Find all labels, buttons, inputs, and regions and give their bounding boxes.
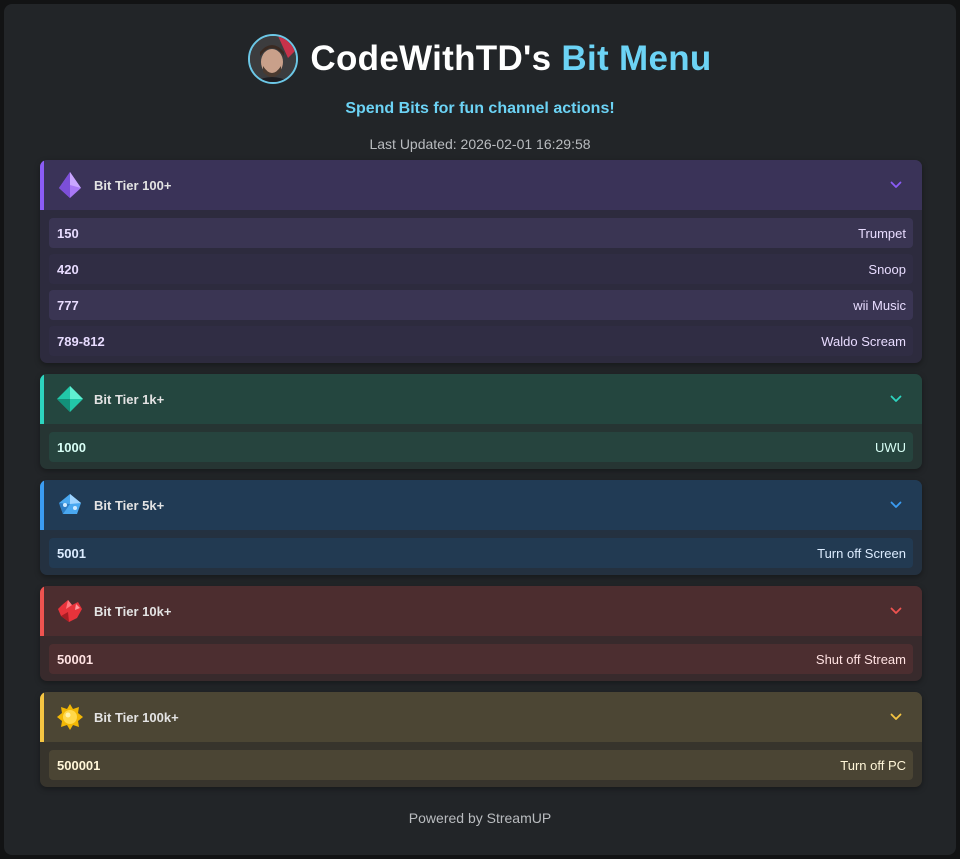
action-name: Snoop: [868, 261, 906, 277]
bit-menu-panel: CodeWithTD's Bit Menu Spend Bits for fun …: [4, 4, 956, 855]
list-item: 789-812 Waldo Scream: [49, 326, 913, 356]
bit-amount: 5001: [57, 545, 86, 561]
list-item: 50001 Shut off Stream: [49, 644, 913, 674]
title-bit-menu: Bit Menu: [561, 39, 712, 78]
tier-list: Bit Tier 100+ 150 Trumpet 420 Snoop 777 wii Mu…: [40, 160, 922, 798]
bit-tier-section: Bit Tier 1k+ 1000 UWU: [40, 374, 922, 469]
bit-amount: 500001: [57, 757, 101, 773]
tier-header[interactable]: Bit Tier 1k+: [40, 374, 922, 424]
bit-amount: 789-812: [57, 333, 105, 349]
list-item: 1000 UWU: [49, 432, 913, 462]
list-item: 150 Trumpet: [49, 218, 913, 248]
bit-tier-section: Bit Tier 10k+ 50001 Shut off Stream: [40, 586, 922, 681]
bit-amount: 50001: [57, 651, 94, 667]
bit-tier-section: Bit Tier 100k+ 500001 Turn off PC: [40, 692, 922, 787]
bit-amount: 420: [57, 261, 79, 277]
tier-rows: 500001 Turn off PC: [40, 742, 922, 787]
list-item: 420 Snoop: [49, 254, 913, 284]
tier-label: Bit Tier 1k+: [94, 391, 165, 407]
action-name: UWU: [874, 439, 906, 455]
chevron-down-icon[interactable]: [890, 602, 922, 620]
teal-gem-icon: [56, 385, 84, 413]
action-name: Shut off Stream: [815, 651, 906, 667]
page-header: CodeWithTD's Bit Menu: [4, 34, 956, 84]
avatar: [248, 34, 299, 84]
list-item: 777 wii Music: [49, 290, 913, 320]
last-updated-text: Last Updated: 2026-02-01 16:29:58: [369, 136, 591, 152]
tier-header[interactable]: Bit Tier 10k+: [40, 586, 922, 636]
tier-rows: 50001 Shut off Stream: [40, 636, 922, 681]
action-name: Turn off Screen: [817, 545, 906, 561]
tier-label: Bit Tier 5k+: [94, 497, 165, 513]
list-item: 500001 Turn off PC: [49, 750, 913, 780]
chevron-down-icon[interactable]: [890, 496, 922, 514]
title-channel-name: CodeWithTD's: [310, 39, 552, 78]
chevron-down-icon[interactable]: [890, 390, 922, 408]
tier-rows: 150 Trumpet 420 Snoop 777 wii Music 789-812 Wal…: [40, 210, 922, 363]
blue-gem-icon: [56, 491, 84, 519]
action-name: wii Music: [853, 297, 906, 313]
action-name: Waldo Scream: [821, 333, 906, 349]
page-title: CodeWithTD's Bit Menu: [310, 39, 711, 79]
red-gem-icon: [56, 597, 84, 625]
bit-amount: 1000: [57, 439, 86, 455]
tier-header[interactable]: Bit Tier 100+: [40, 160, 922, 210]
page-subtitle: Spend Bits for fun channel actions!: [345, 100, 615, 117]
tier-label: Bit Tier 100+: [94, 177, 172, 193]
tier-rows: 1000 UWU: [40, 424, 922, 469]
action-name: Trumpet: [858, 225, 906, 241]
tier-header[interactable]: Bit Tier 5k+: [40, 480, 922, 530]
footer-credit: Powered by StreamUP: [408, 810, 552, 826]
bit-tier-section: Bit Tier 100+ 150 Trumpet 420 Snoop 777 wii Mu…: [40, 160, 922, 363]
list-item: 5001 Turn off Screen: [49, 538, 913, 568]
gold-gem-icon: [56, 703, 84, 731]
action-name: Turn off PC: [840, 757, 906, 773]
tier-label: Bit Tier 100k+: [94, 709, 179, 725]
tier-rows: 5001 Turn off Screen: [40, 530, 922, 575]
tier-label: Bit Tier 10k+: [94, 603, 172, 619]
bit-amount: 150: [57, 225, 79, 241]
bit-amount: 777: [57, 297, 79, 313]
tier-header[interactable]: Bit Tier 100k+: [40, 692, 922, 742]
chevron-down-icon[interactable]: [890, 708, 922, 726]
avatar-image: [250, 36, 297, 82]
chevron-down-icon[interactable]: [890, 176, 922, 194]
bit-tier-section: Bit Tier 5k+ 5001 Turn off Screen: [40, 480, 922, 575]
purple-gem-icon: [56, 171, 84, 199]
